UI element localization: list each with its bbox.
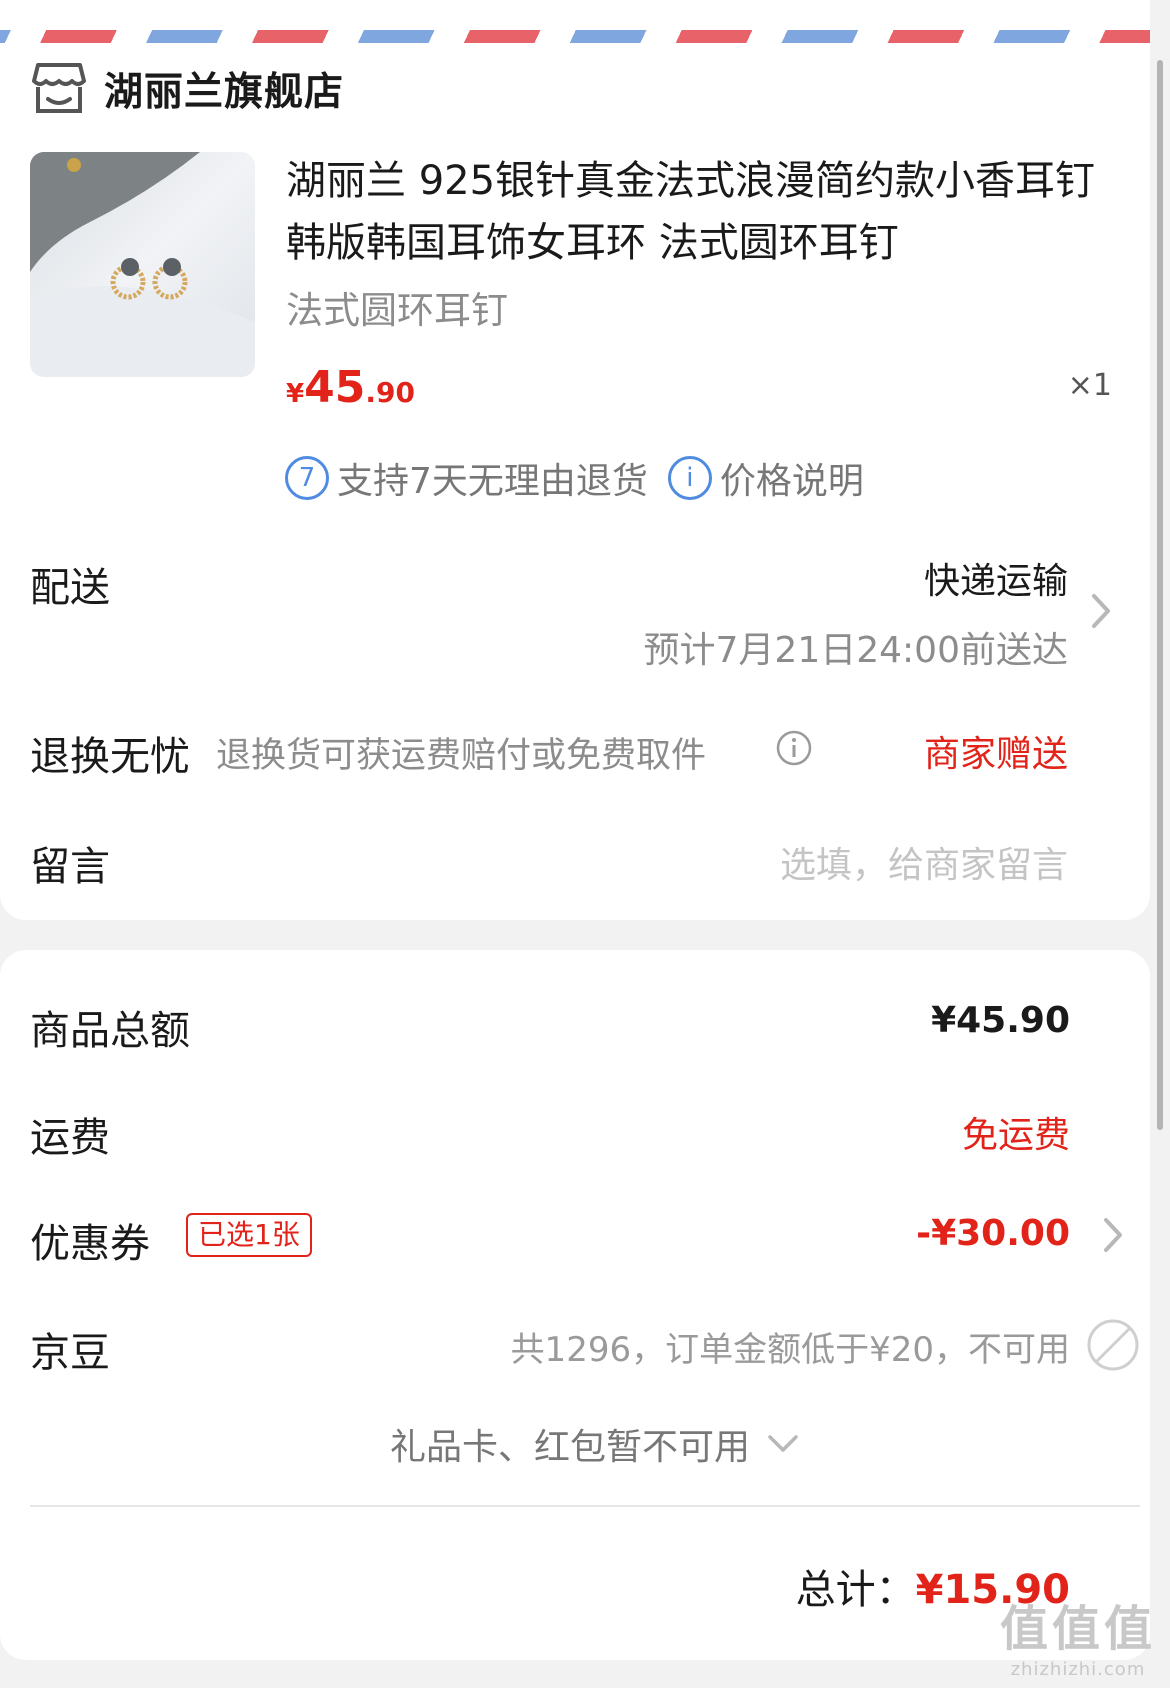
store-icon <box>32 63 86 113</box>
total-label: 总计： <box>795 1567 916 1613</box>
chevron-right-icon[interactable] <box>1090 592 1114 630</box>
delivery-method[interactable]: 快递运输 <box>924 552 1068 604</box>
return-worry-free-label: 退换无忧 <box>30 734 190 780</box>
delivery-estimate: 预计7月21日24:00前送达 <box>643 630 1068 671</box>
price-currency: ¥ <box>286 379 305 409</box>
delivery-label: 配送 <box>30 565 110 611</box>
coupon-value[interactable]: -¥30.00 <box>916 1213 1070 1254</box>
gift-card-toggle[interactable]: 礼品卡、红包暂不可用 <box>0 1418 1150 1470</box>
jingdou-desc: 共1296，订单金额低于¥20，不可用 <box>510 1330 1070 1370</box>
chevron-down-icon <box>768 1435 798 1452</box>
shipping-label: 运费 <box>30 1115 110 1161</box>
message-label: 留言 <box>30 844 110 890</box>
order-summary-card <box>0 950 1150 1660</box>
info-icon[interactable] <box>775 729 813 767</box>
message-input[interactable]: 选填，给商家留言 <box>780 836 1068 888</box>
product-quantity: ×1 <box>1067 368 1112 403</box>
divider <box>30 1505 1140 1507</box>
disabled-icon <box>1087 1319 1139 1371</box>
product-variant: 法式圆环耳钉 <box>286 289 508 332</box>
chevron-right-icon[interactable] <box>1102 1216 1126 1254</box>
gift-card-text: 礼品卡、红包暂不可用 <box>389 1427 750 1468</box>
shipping-value: 免运费 <box>961 1115 1070 1156</box>
watermark: 值值值 zhizhizhi.com <box>1000 1589 1156 1680</box>
return-worry-free-value: 商家赠送 <box>923 734 1068 775</box>
coupon-label: 优惠券 <box>30 1221 150 1267</box>
goods-total-value: ¥45.90 <box>931 1000 1070 1041</box>
store-name: 湖丽兰旗舰店 <box>104 70 345 115</box>
airmail-stripe <box>0 30 1150 43</box>
price-decimal: .90 <box>365 376 415 409</box>
price-integer: 45 <box>304 362 366 413</box>
scrollbar[interactable] <box>1157 60 1163 1130</box>
coupon-selected-badge: 已选1张 <box>186 1213 312 1257</box>
service-tags: 7 支持7天无理由退货 i 价格说明 <box>285 452 864 504</box>
return-worry-free-desc: 退换货可获运费赔付或免费取件 <box>216 736 707 776</box>
info-icon[interactable]: i <box>667 456 712 500</box>
watermark-url: zhizhizhi.com <box>1010 1659 1146 1680</box>
earring-product-photo <box>30 152 255 377</box>
order-item-card: 湖丽兰旗舰店 湖丽兰 925银针真金法式浪漫简约款小香耳钉韩版韩国耳饰女耳环 法… <box>0 0 1150 920</box>
product-title[interactable]: 湖丽兰 925银针真金法式浪漫简约款小香耳钉韩版韩国耳饰女耳环 法式圆环耳钉 <box>286 150 1126 274</box>
jingdou-label: 京豆 <box>30 1330 110 1376</box>
goods-total-label: 商品总额 <box>30 1008 190 1054</box>
seven-day-return-icon: 7 <box>285 456 329 500</box>
product-price: ¥45.90 <box>286 362 415 413</box>
store-header[interactable]: 湖丽兰旗舰店 <box>32 58 344 120</box>
service-label-return: 支持7天无理由退货 <box>337 461 648 502</box>
service-label-price-info[interactable]: 价格说明 <box>720 452 864 504</box>
product-thumbnail[interactable] <box>30 152 255 377</box>
watermark-logo-text: 值值值 <box>999 1601 1156 1657</box>
